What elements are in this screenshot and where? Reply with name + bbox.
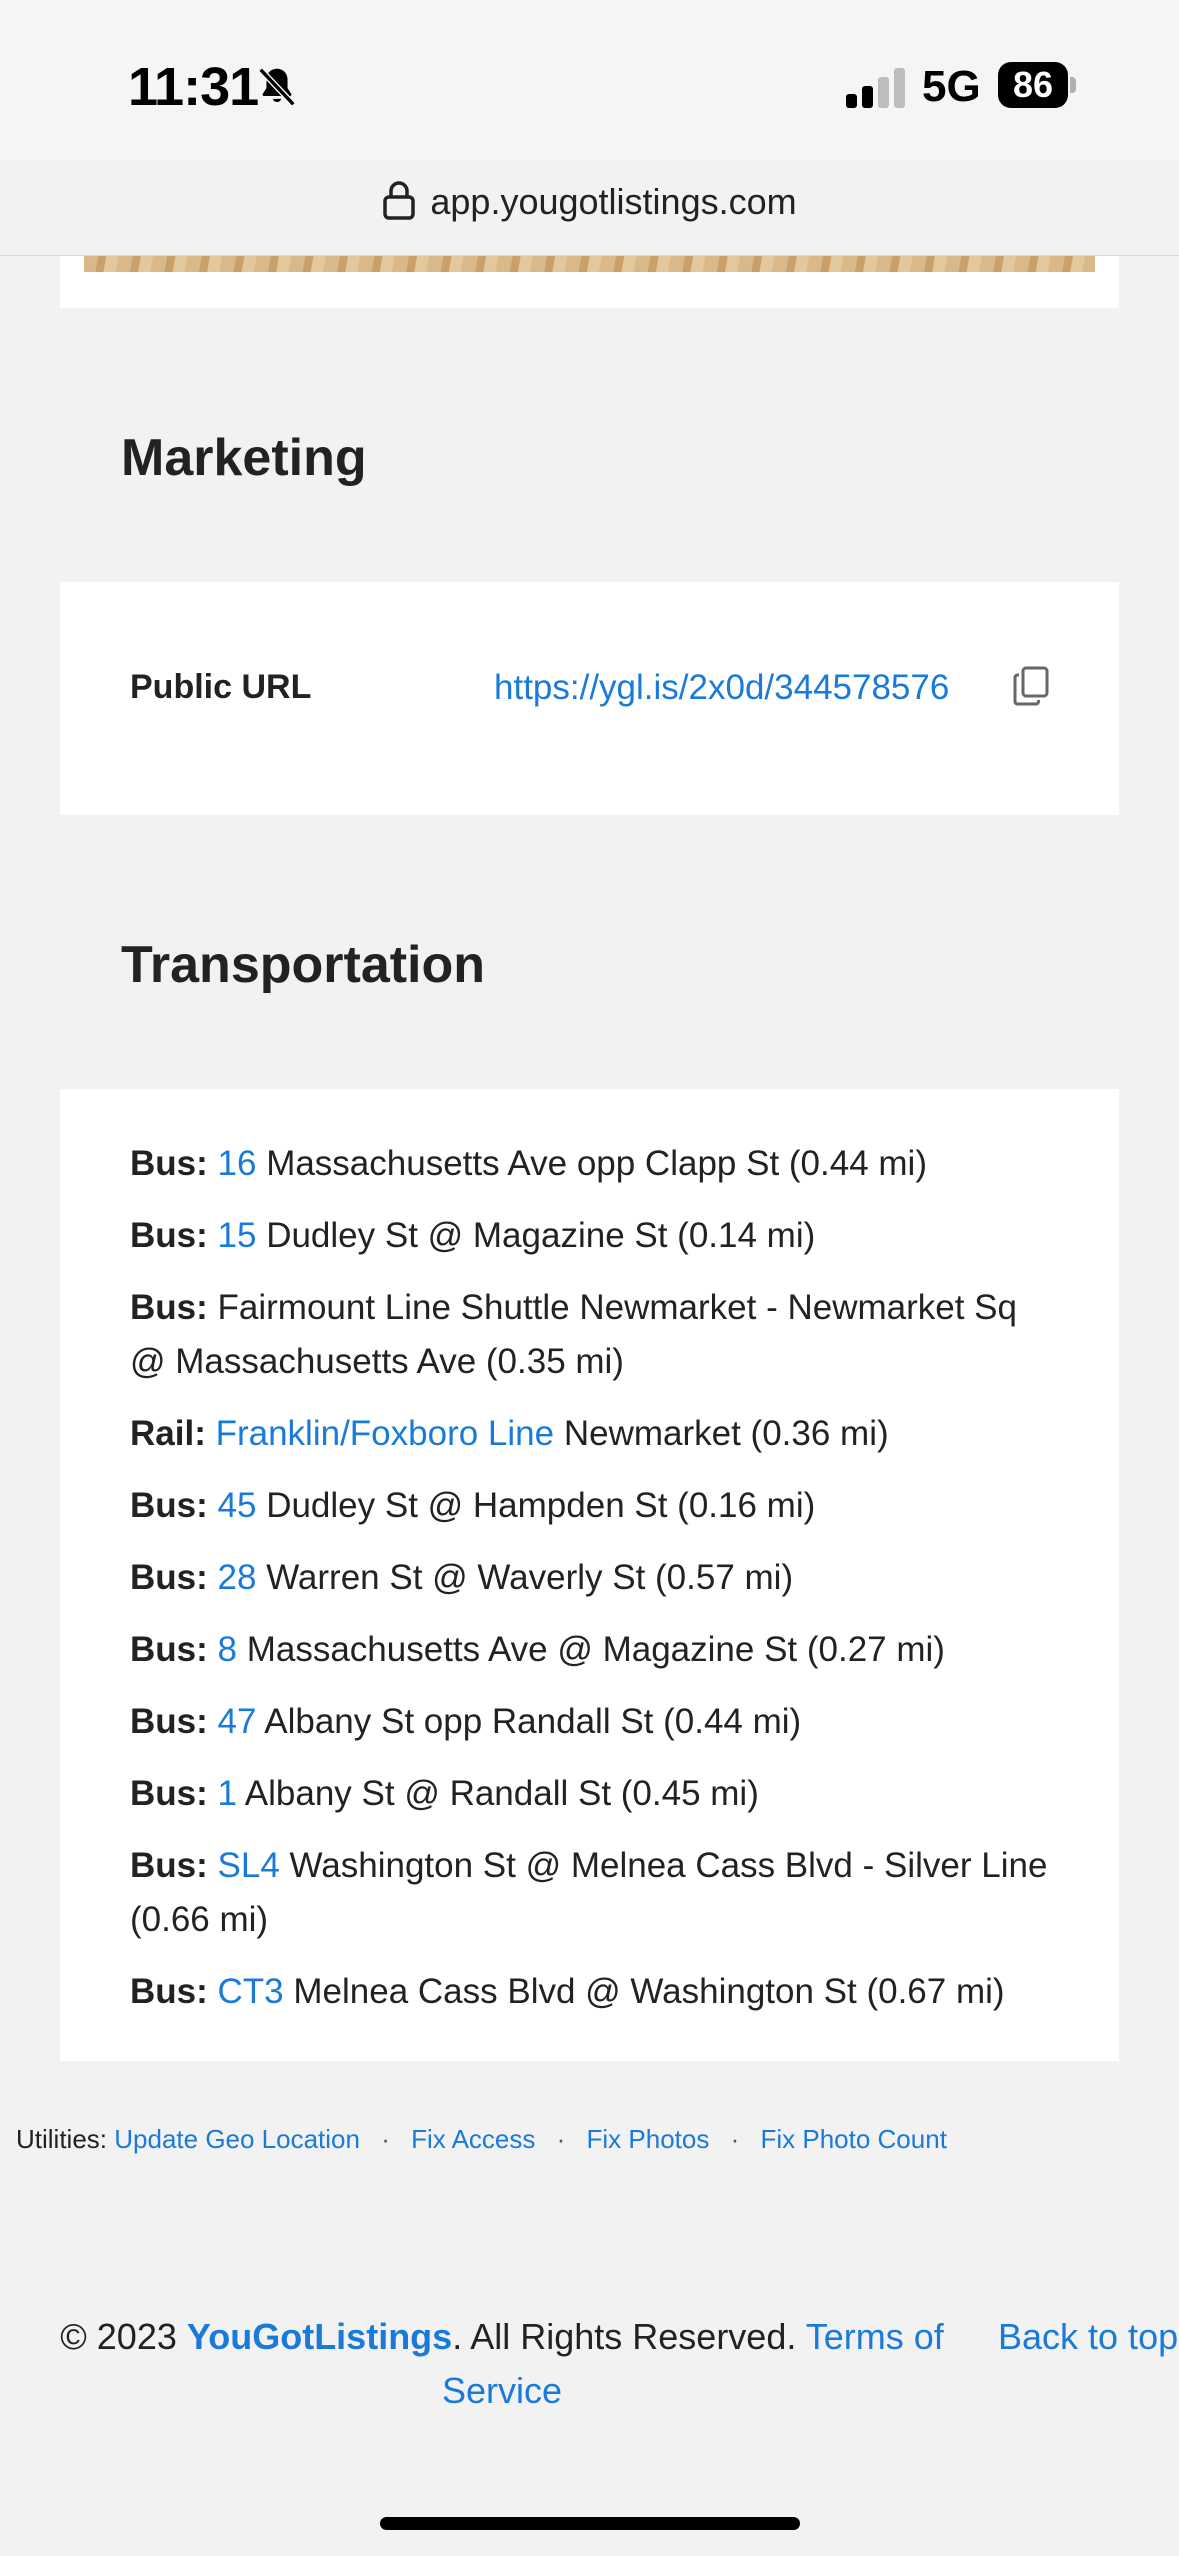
update-geo-location-link[interactable]: Update Geo Location [114, 2124, 360, 2154]
home-indicator[interactable] [380, 2517, 800, 2530]
transit-item: Rail: Franklin/Foxboro Line Newmarket (0… [130, 1407, 1060, 1461]
transportation-card: Bus: 16 Massachusetts Ave opp Clapp St (… [60, 1089, 1119, 2061]
separator: · [556, 2124, 566, 2154]
transit-description: Newmarket (0.36 mi) [563, 1414, 889, 1453]
transit-description: Dudley St @ Hampden St (0.16 mi) [266, 1486, 816, 1525]
transit-type: Bus: [130, 1972, 208, 2011]
browser-url-bar[interactable]: app.yougotlistings.com [0, 180, 1179, 223]
transit-route-link[interactable]: 47 [218, 1702, 257, 1741]
transit-type: Bus: [130, 1774, 208, 1813]
transportation-heading: Transportation [121, 936, 486, 994]
transit-description: Dudley St @ Magazine St (0.14 mi) [266, 1216, 816, 1255]
brand-link[interactable]: YouGotListings [187, 2316, 452, 2357]
back-to-top-link[interactable]: Back to top [998, 2310, 1178, 2364]
transit-description: Albany St @ Randall St (0.45 mi) [244, 1774, 759, 1813]
transit-item: Bus: 28 Warren St @ Waverly St (0.57 mi) [130, 1551, 1060, 1605]
marketing-heading: Marketing [121, 429, 367, 487]
transit-item: Bus: 8 Massachusetts Ave @ Magazine St (… [130, 1623, 1060, 1677]
transit-type: Bus: [130, 1702, 208, 1741]
rights-text: . All Rights Reserved. [452, 2316, 797, 2357]
transit-description: Albany St opp Randall St (0.44 mi) [264, 1702, 802, 1741]
transit-type: Bus: [130, 1288, 208, 1327]
transit-route-link[interactable]: 8 [218, 1630, 237, 1669]
copyright-year: © 2023 [60, 2316, 177, 2357]
transit-description: Massachusetts Ave @ Magazine St (0.27 mi… [246, 1630, 945, 1669]
utilities-bar: Utilities: Update Geo Location · Fix Acc… [16, 2124, 947, 2155]
separator: · [381, 2124, 390, 2154]
fix-photos-link[interactable]: Fix Photos [587, 2124, 710, 2154]
transit-route-link[interactable]: SL4 [218, 1846, 280, 1885]
transit-item: Bus: 47 Albany St opp Randall St (0.44 m… [130, 1695, 1060, 1749]
transit-route-link[interactable]: CT3 [218, 1972, 284, 2011]
transit-type: Bus: [130, 1486, 208, 1525]
public-url-label: Public URL [130, 668, 312, 706]
transit-type: Bus: [130, 1846, 208, 1885]
utilities-label: Utilities: [16, 2124, 108, 2154]
transit-item: Bus: 45 Dudley St @ Hampden St (0.16 mi) [130, 1479, 1060, 1533]
signal-icon [846, 68, 905, 108]
photo-card [60, 256, 1119, 308]
status-bar: 11:31 5G 86 app.yougotlistings.com [0, 0, 1179, 222]
network-type: 5G [922, 62, 981, 111]
bell-slash-icon [258, 67, 296, 107]
transit-item: Bus: Fairmount Line Shuttle Newmarket - … [130, 1281, 1060, 1389]
fix-photo-count-link[interactable]: Fix Photo Count [760, 2124, 946, 2154]
transit-type: Bus: [130, 1558, 208, 1597]
copyright: © 2023 YouGotListings. All Rights Reserv… [52, 2310, 952, 2418]
transit-route-link[interactable]: 16 [218, 1144, 257, 1183]
copy-icon[interactable] [1013, 666, 1049, 706]
transit-route-link[interactable]: 15 [218, 1216, 257, 1255]
transit-type: Bus: [130, 1216, 208, 1255]
transit-route-link[interactable]: 28 [218, 1558, 257, 1597]
transit-item: Bus: 1 Albany St @ Randall St (0.45 mi) [130, 1767, 1060, 1821]
transit-route-link[interactable]: 1 [218, 1774, 237, 1813]
battery-icon: 86 [998, 62, 1078, 108]
transit-description: Warren St @ Waverly St (0.57 mi) [266, 1558, 794, 1597]
transit-type: Bus: [130, 1630, 208, 1669]
transit-route-link[interactable]: 45 [218, 1486, 257, 1525]
browser-url-text: app.yougotlistings.com [430, 181, 797, 222]
transit-description: Melnea Cass Blvd @ Washington St (0.67 m… [293, 1972, 1005, 2011]
transit-description: Fairmount Line Shuttle Newmarket - Newma… [130, 1288, 1017, 1381]
listing-photo[interactable] [84, 256, 1095, 272]
transit-route-link[interactable]: Franklin/Foxboro Line [216, 1414, 555, 1453]
transit-description: Massachusetts Ave opp Clapp St (0.44 mi) [266, 1144, 927, 1183]
transit-type: Rail: [130, 1414, 206, 1453]
separator: · [730, 2124, 740, 2154]
lock-icon [383, 181, 416, 220]
transit-item: Bus: 15 Dudley St @ Magazine St (0.14 mi… [130, 1209, 1060, 1263]
public-url-link[interactable]: https://ygl.is/2x0d/344578576 [494, 668, 949, 708]
fix-access-link[interactable]: Fix Access [411, 2124, 535, 2154]
transit-list: Bus: 16 Massachusetts Ave opp Clapp St (… [130, 1137, 1060, 2037]
status-time: 11:31 [128, 57, 259, 117]
battery-level: 86 [1012, 64, 1054, 105]
transit-item: Bus: CT3 Melnea Cass Blvd @ Washington S… [130, 1965, 1060, 2019]
marketing-card: Public URL https://ygl.is/2x0d/344578576 [60, 582, 1119, 815]
transit-item: Bus: SL4 Washington St @ Melnea Cass Blv… [130, 1839, 1060, 1947]
transit-type: Bus: [130, 1144, 208, 1183]
transit-item: Bus: 16 Massachusetts Ave opp Clapp St (… [130, 1137, 1060, 1191]
